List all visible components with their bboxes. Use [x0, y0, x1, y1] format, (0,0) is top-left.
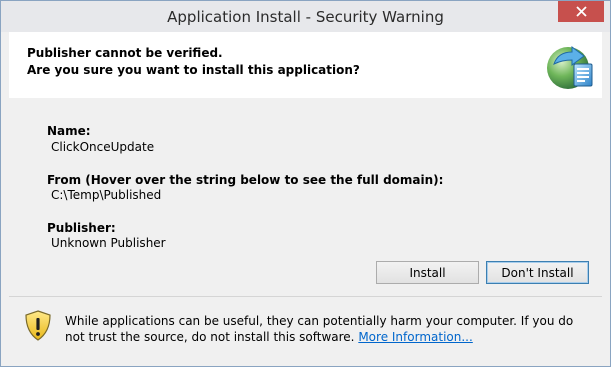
publisher-label: Publisher: [47, 221, 116, 235]
details-panel: Name: ClickOnceUpdate From (Hover over t… [9, 98, 602, 296]
dont-install-button[interactable]: Don't Install [486, 261, 589, 284]
clickonce-app-icon [547, 46, 593, 89]
close-button[interactable] [558, 1, 604, 22]
header-panel: Publisher cannot be verified. Are you su… [9, 32, 602, 98]
from-value[interactable]: C:\Temp\Published [51, 188, 161, 202]
footer-warning-text: While applications can be useful, they c… [65, 313, 595, 345]
install-button[interactable]: Install [376, 261, 479, 284]
publisher-value: Unknown Publisher [51, 236, 166, 250]
install-question: Are you sure you want to install this ap… [27, 63, 360, 77]
title-bar[interactable]: Application Install - Security Warning [1, 1, 610, 32]
security-warning-dialog: Application Install - Security Warning P… [0, 0, 611, 367]
install-button-label: Install [409, 265, 446, 280]
more-information-link[interactable]: More Information... [358, 330, 472, 344]
name-value: ClickOnceUpdate [51, 140, 155, 154]
footer-panel: While applications can be useful, they c… [9, 297, 602, 359]
name-label: Name: [47, 124, 91, 138]
close-icon [575, 6, 587, 17]
warning-headline: Publisher cannot be verified. [27, 46, 223, 60]
window-title: Application Install - Security Warning [167, 8, 444, 26]
from-label: From (Hover over the string below to see… [47, 173, 444, 187]
dont-install-button-label: Don't Install [501, 265, 574, 280]
warning-message: While applications can be useful, they c… [65, 314, 574, 344]
shield-warning-icon [25, 310, 51, 341]
